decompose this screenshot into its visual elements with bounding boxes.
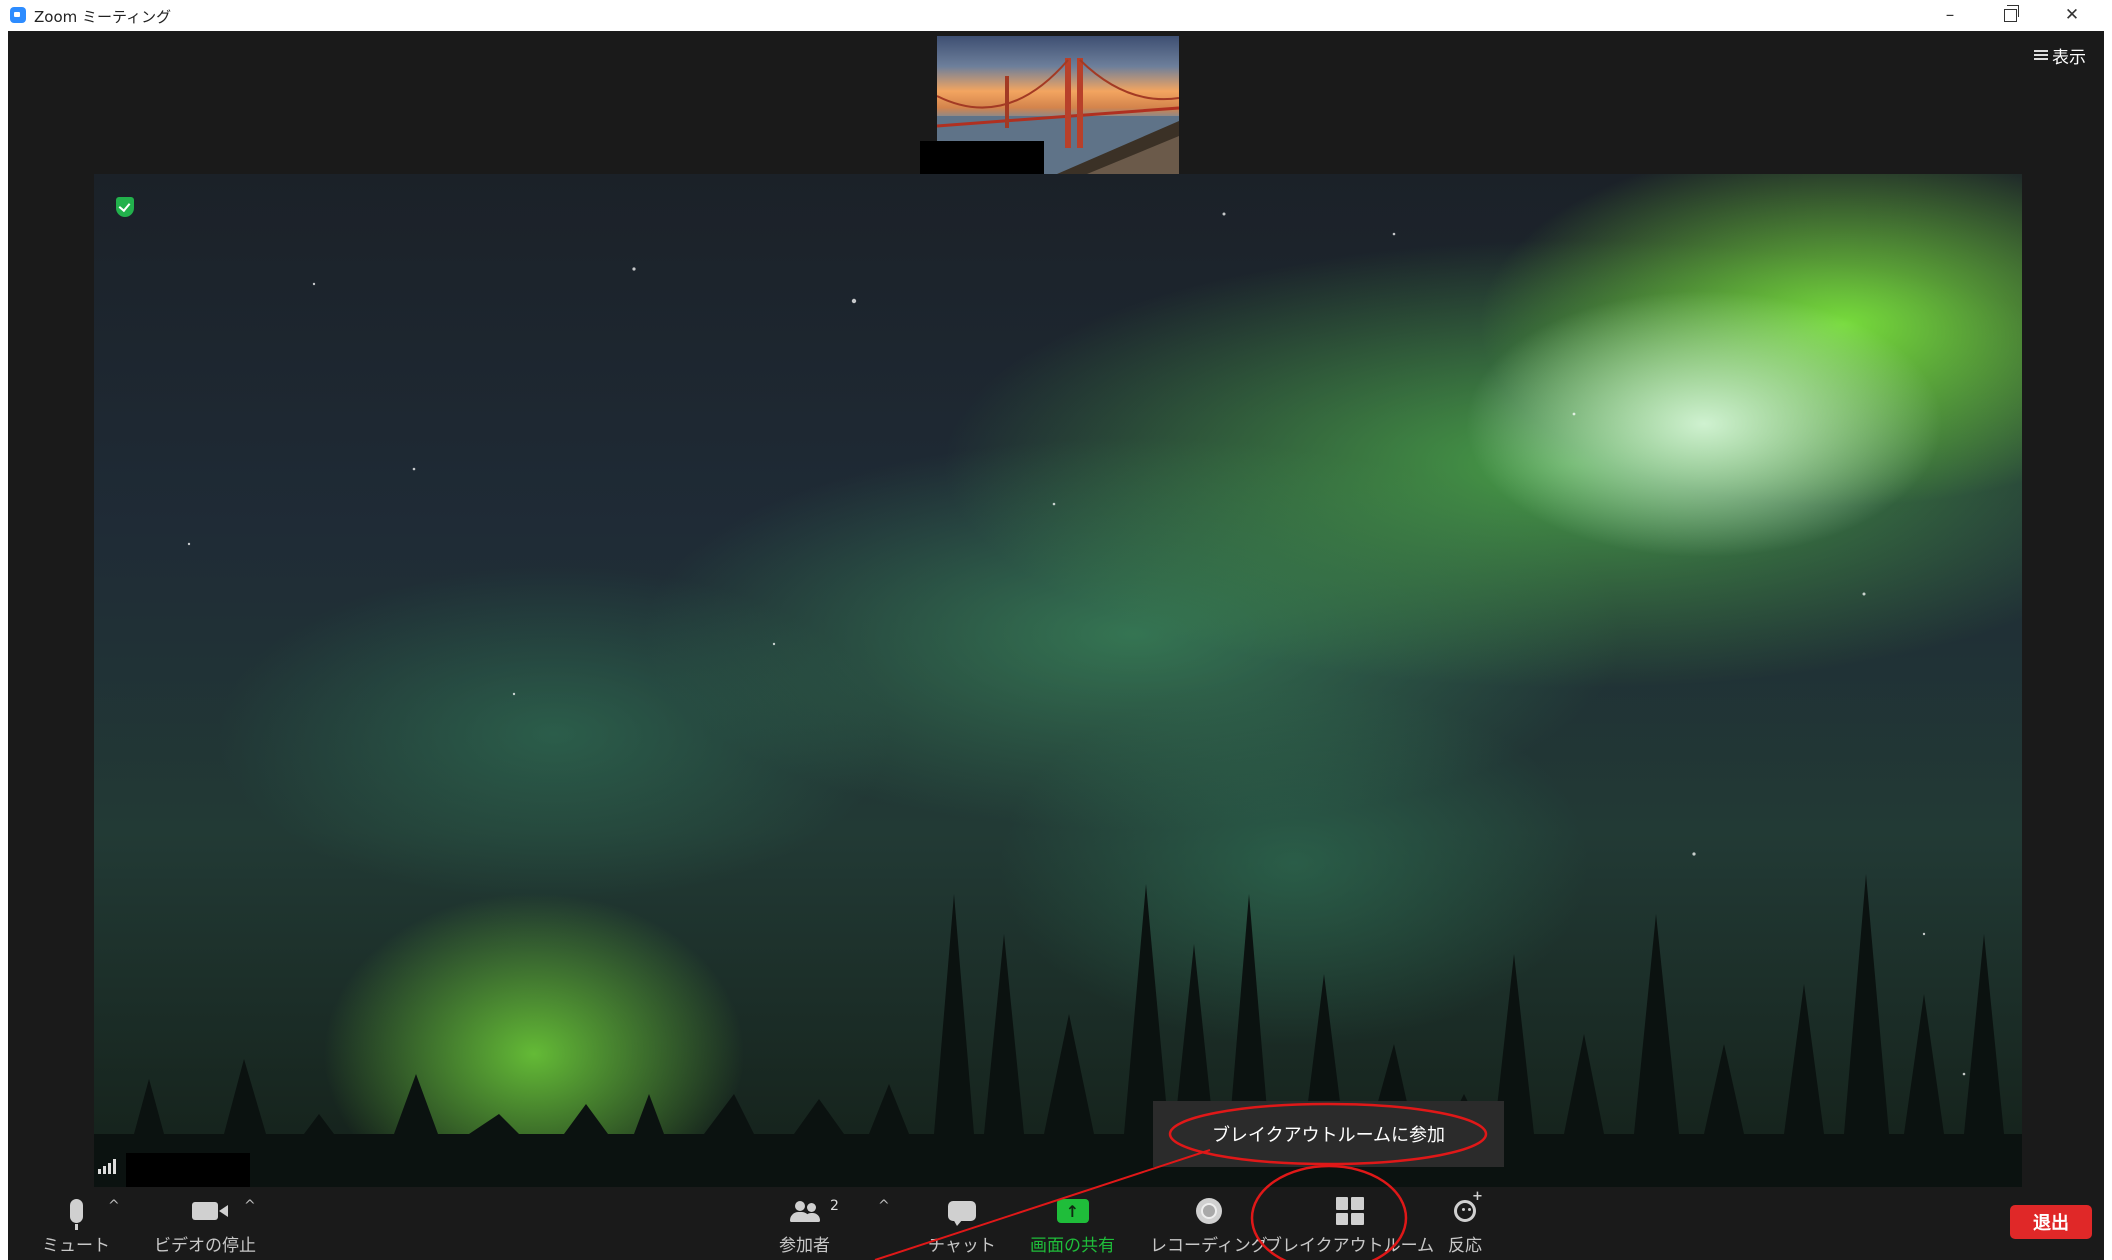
emoji-plus-icon: [1454, 1189, 1483, 1222]
mute-button[interactable]: ミュート: [42, 1194, 110, 1256]
view-grid-icon: [2034, 49, 2048, 62]
leave-meeting-button[interactable]: 退出: [2010, 1205, 2092, 1239]
participants-count: 2: [830, 1198, 839, 1214]
minimize-icon: –: [1945, 5, 1955, 25]
minimize-button[interactable]: –: [1918, 0, 1982, 30]
join-breakout-room-button[interactable]: ブレイクアウトルームに参加: [1212, 1121, 1445, 1147]
share-screen-label: 画面の共有: [1030, 1236, 1115, 1256]
video-options-caret-icon[interactable]: ^: [244, 1198, 256, 1214]
people-icon: [789, 1199, 821, 1223]
window-titlebar: Zoom ミーティング – ✕: [0, 0, 2112, 30]
signal-icon: [98, 1158, 120, 1174]
breakout-rooms-button[interactable]: ブレイクアウトルーム: [1265, 1194, 1434, 1256]
reactions-label: 反応: [1448, 1236, 1482, 1256]
view-button[interactable]: 表示: [2034, 43, 2086, 68]
main-video[interactable]: [94, 174, 2022, 1187]
share-screen-icon: ↑: [1056, 1199, 1089, 1223]
aurora-background-image: [94, 212, 2022, 1187]
close-button[interactable]: ✕: [2040, 0, 2104, 30]
mute-label: ミュート: [42, 1236, 110, 1256]
join-breakout-popup: ブレイクアウトルームに参加: [1153, 1101, 1504, 1167]
reactions-button[interactable]: 反応: [1448, 1189, 1483, 1256]
close-icon: ✕: [2064, 5, 2080, 25]
thumbnail-name-redacted: [920, 141, 1044, 177]
audio-options-caret-icon[interactable]: ^: [108, 1198, 120, 1214]
zoom-logo-icon: [10, 7, 26, 23]
breakout-rooms-label: ブレイクアウトルーム: [1265, 1236, 1435, 1256]
participants-button[interactable]: 参加者: [779, 1194, 830, 1256]
participants-label: 参加者: [779, 1236, 830, 1256]
stop-video-button[interactable]: ビデオの停止: [154, 1194, 256, 1256]
window-title: Zoom ミーティング: [34, 8, 172, 26]
restore-icon: [2003, 4, 2019, 22]
grid-icon: [1335, 1197, 1364, 1225]
participants-options-caret-icon[interactable]: ^: [878, 1198, 890, 1214]
restore-button[interactable]: [1978, 0, 2042, 30]
camera-icon: [192, 1202, 228, 1220]
record-label: レコーディング: [1150, 1236, 1268, 1256]
meeting-area: 表示: [8, 31, 2104, 1260]
view-label: 表示: [2052, 48, 2086, 68]
participant-name-redacted: [126, 1153, 250, 1187]
chat-bubble-icon: [947, 1201, 976, 1226]
share-screen-button[interactable]: ↑ 画面の共有: [1030, 1194, 1115, 1256]
chat-button[interactable]: チャット: [928, 1194, 996, 1256]
record-button[interactable]: レコーディング: [1150, 1194, 1268, 1256]
stop-video-label: ビデオの停止: [154, 1236, 256, 1256]
meeting-toolbar: ミュート ^ ビデオの停止 ^ 参加者 2 ^ チャット ↑ 画面の共有 レコー…: [8, 1188, 2104, 1260]
shield-icon[interactable]: [116, 197, 134, 217]
microphone-icon: [69, 1199, 83, 1230]
record-icon: [1195, 1198, 1222, 1224]
chat-label: チャット: [928, 1236, 996, 1256]
